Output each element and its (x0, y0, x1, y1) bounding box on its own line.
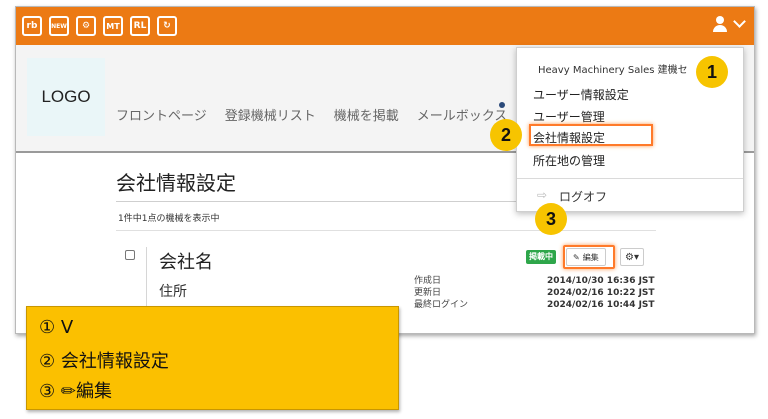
record-meta-labels: 作成日 更新日 最終ログイン (414, 275, 468, 311)
step-marker-2: 2 (490, 119, 522, 151)
nav-item-mailbox[interactable]: メールボックス (417, 105, 508, 124)
logo[interactable]: LOGO (27, 58, 105, 136)
chevron-down-icon (733, 15, 746, 28)
company-name: 会社名 (159, 252, 213, 273)
app-icon-new[interactable]: NEW (49, 16, 69, 36)
app-icon-settings[interactable]: ⚙ (76, 16, 96, 36)
app-icon-refresh[interactable]: ↻ (157, 16, 177, 36)
nav-item-front-page[interactable]: フロントページ (116, 105, 207, 124)
created-label: 作成日 (414, 276, 442, 286)
app-icon-rb[interactable]: rb (22, 16, 42, 36)
notification-dot (499, 102, 505, 108)
last-login-label: 最終ログイン (414, 300, 469, 310)
row-select-checkbox[interactable] (125, 250, 135, 260)
app-screenshot: rb NEW ⚙ MT RL ↻ LOGO フロントページ 登録機械リスト 機械… (15, 6, 755, 334)
divider (517, 178, 743, 179)
company-settings-highlight (529, 124, 653, 146)
record-meta-values: 2014/10/30 16:36 JST 2024/02/16 10:22 JS… (547, 275, 655, 311)
nav-item-post-machine[interactable]: 機械を掲載 (334, 105, 399, 124)
legend-step-3: ③ ✏編集 (39, 381, 112, 402)
legend-step-1: ① V (39, 317, 74, 338)
main-nav: フロントページ 登録機械リスト 機械を掲載 メールボックス (116, 105, 507, 124)
last-login-value: 2024/02/16 10:44 JST (547, 300, 655, 310)
gear-icon: ⚙▾ (625, 251, 639, 263)
menu-item-user-settings[interactable]: ユーザー情報設定 (533, 86, 629, 103)
nav-item-registered-machines[interactable]: 登録機械リスト (225, 105, 316, 124)
updated-label: 更新日 (414, 288, 442, 298)
tutorial-canvas: rb NEW ⚙ MT RL ↻ LOGO フロントページ 登録機械リスト 機械… (0, 0, 768, 419)
results-count: 1件中1点の機械を表示中 (118, 214, 220, 224)
step-marker-1: 1 (696, 56, 728, 88)
step-marker-3: 3 (535, 203, 567, 235)
record-settings-button[interactable]: ⚙▾ (620, 248, 644, 266)
logout-label: ログオフ (559, 190, 608, 204)
edit-highlight (563, 245, 615, 269)
top-bar: rb NEW ⚙ MT RL ↻ (16, 7, 754, 45)
app-icon-mt[interactable]: MT (103, 16, 123, 36)
status-badge: 掲載中 (526, 250, 556, 264)
legend-step-2: ② 会社情報設定 (39, 351, 169, 372)
updated-value: 2024/02/16 10:22 JST (547, 288, 655, 298)
logout-icon (537, 188, 549, 202)
created-value: 2014/10/30 16:36 JST (547, 276, 655, 286)
dropdown-company-name: Heavy Machinery Sales 建機セ (538, 65, 688, 76)
menu-item-user-management[interactable]: ユーザー管理 (533, 108, 605, 125)
user-icon (712, 16, 728, 32)
instruction-legend: ① V ② 会社情報設定 ③ ✏編集 (26, 306, 399, 410)
divider (116, 230, 656, 231)
address-label: 住所 (159, 284, 187, 300)
app-icon-rl[interactable]: RL (130, 16, 150, 36)
menu-item-locations[interactable]: 所在地の管理 (533, 152, 605, 169)
user-menu-toggle[interactable] (712, 15, 746, 32)
